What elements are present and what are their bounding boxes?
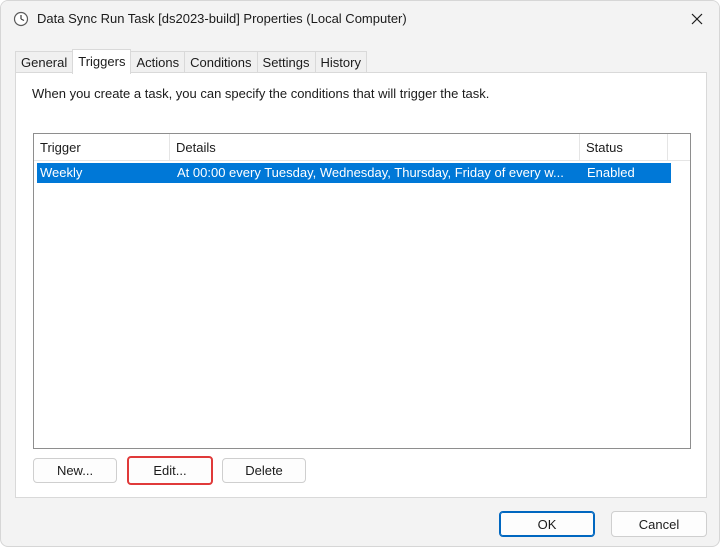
ok-button[interactable]: OK	[499, 511, 595, 537]
close-button[interactable]	[683, 5, 711, 33]
clock-icon	[13, 11, 29, 27]
new-trigger-button[interactable]: New...	[33, 458, 117, 483]
edit-trigger-button[interactable]: Edit...	[127, 456, 213, 485]
tab-strip: General Triggers Actions Conditions Sett…	[15, 48, 367, 74]
details-cell: At 00:00 every Tuesday, Wednesday, Thurs…	[177, 165, 564, 180]
tab-actions[interactable]: Actions	[131, 51, 185, 73]
delete-trigger-button[interactable]: Delete	[222, 458, 306, 483]
tab-conditions[interactable]: Conditions	[184, 51, 257, 73]
trigger-cell: Weekly	[40, 165, 83, 180]
status-cell: Enabled	[587, 165, 635, 180]
triggers-description: When you create a task, you can specify …	[32, 86, 490, 101]
triggers-list-header: Trigger Details Status	[34, 134, 690, 161]
window-title: Data Sync Run Task [ds2023-build] Proper…	[37, 11, 407, 26]
cancel-button[interactable]: Cancel	[611, 511, 707, 537]
tab-general[interactable]: General	[15, 51, 73, 73]
title-bar: Data Sync Run Task [ds2023-build] Proper…	[1, 1, 719, 37]
column-header-status[interactable]: Status	[580, 134, 668, 161]
triggers-list[interactable]: Trigger Details Status Weekly At 00:00 e…	[33, 133, 691, 449]
tab-settings[interactable]: Settings	[256, 51, 315, 73]
triggers-tab-panel: When you create a task, you can specify …	[15, 72, 707, 498]
tab-triggers[interactable]: Triggers	[72, 49, 132, 74]
task-properties-dialog: Data Sync Run Task [ds2023-build] Proper…	[0, 0, 720, 547]
close-icon	[691, 13, 703, 25]
table-row[interactable]: Weekly At 00:00 every Tuesday, Wednesday…	[37, 163, 671, 183]
tab-history[interactable]: History	[314, 51, 367, 73]
column-header-details[interactable]: Details	[170, 134, 580, 161]
column-header-trigger[interactable]: Trigger	[34, 134, 170, 161]
